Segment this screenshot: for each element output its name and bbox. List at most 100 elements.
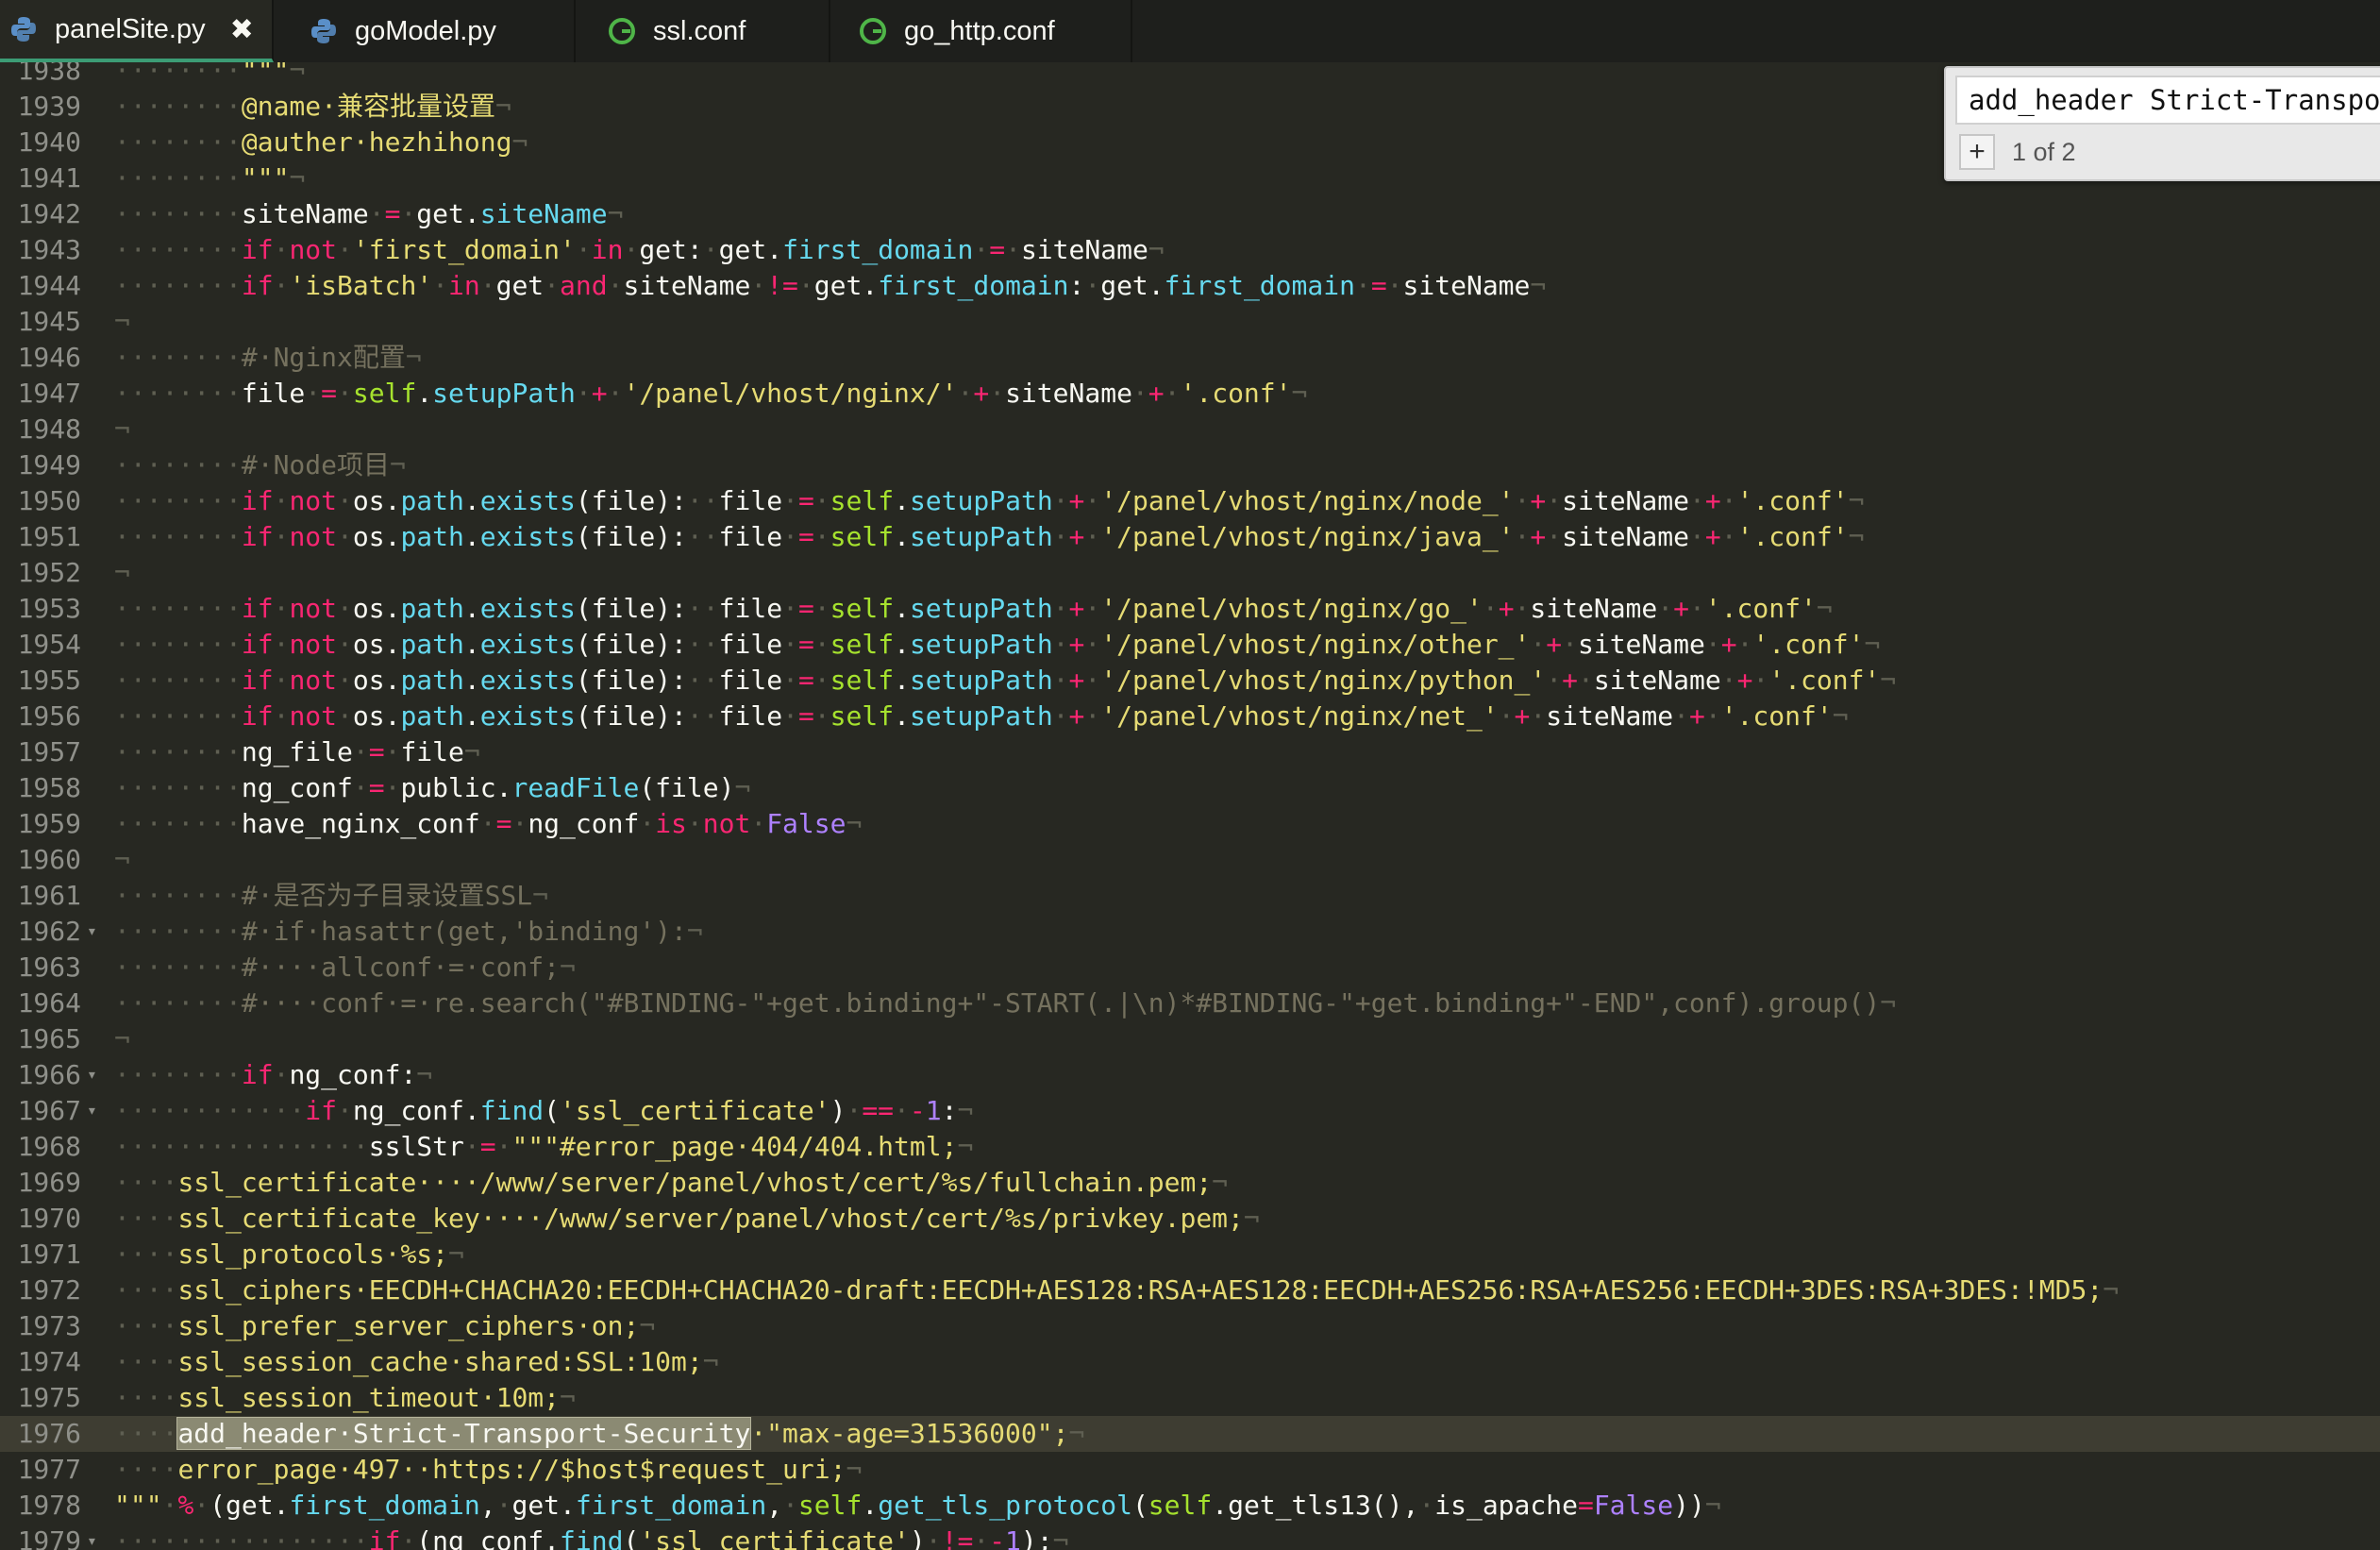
code-token: · xyxy=(813,593,830,624)
code-token: ) xyxy=(830,1095,846,1126)
code-line[interactable]: 1962 ▾ ········#·if·hasattr(get,'binding')… xyxy=(0,914,2380,950)
code-token: · xyxy=(1052,629,1069,660)
tab-go-http-conf[interactable]: go_http.conf xyxy=(830,0,1132,62)
code-line[interactable]: 1946 ········#·Nginx配置¬ xyxy=(0,340,2380,376)
code-token: os. xyxy=(352,485,401,516)
code-line[interactable]: 1978 """·%·(get.first_domain,·get.first_d… xyxy=(0,1488,2380,1524)
code-editor[interactable]: 1938 ········"""¬ 1939 ········@name·兼容批量设置… xyxy=(0,62,2380,1550)
code-token: . xyxy=(894,521,910,552)
code-line[interactable]: 1969 ····ssl_certificate····/www/server/p… xyxy=(0,1165,2380,1201)
code-token: · xyxy=(495,1490,512,1521)
code-token: os. xyxy=(352,521,401,552)
code-token: setupPath xyxy=(909,521,1053,552)
tab-panelsite-py[interactable]: panelSite.py ✖ xyxy=(0,0,274,62)
code-line[interactable]: 1953 ········if·not·os.path.exists(file):… xyxy=(0,591,2380,627)
code-line[interactable]: 1957 ········ng_file·=·file¬ xyxy=(0,734,2380,770)
code-token: · xyxy=(1720,521,1737,552)
code-line[interactable]: 1966 ▾ ········if·ng_conf:¬ xyxy=(0,1057,2380,1093)
code-token: · xyxy=(1688,485,1705,516)
code-line[interactable]: 1944 ········if·'isBatch'·in·get·and·site… xyxy=(0,268,2380,304)
find-input[interactable]: add_header Strict-Transport-Security xyxy=(1955,76,2380,125)
code-token: · xyxy=(1084,629,1101,660)
code-token: ¬ xyxy=(702,1346,719,1377)
code-line[interactable]: 1968 ················sslStr·=·"""#error_p… xyxy=(0,1129,2380,1165)
code-token: · xyxy=(813,700,830,732)
fold-arrow-icon[interactable]: ▾ xyxy=(87,1524,97,1550)
code-token: self xyxy=(830,485,895,516)
code-line[interactable]: 1958 ········ng_conf·=·public.readFile(fi… xyxy=(0,770,2380,806)
code-token: siteName xyxy=(479,198,608,229)
code-line[interactable]: 1965 ¬ xyxy=(0,1021,2380,1057)
code-text: ········@name·兼容批量设置¬ xyxy=(114,89,511,125)
code-token: · xyxy=(273,234,290,265)
code-token: file xyxy=(718,700,783,732)
code-line[interactable]: 1949 ········#·Node项目¬ xyxy=(0,447,2380,483)
code-token: · xyxy=(1386,270,1403,301)
code-token: exists xyxy=(479,700,576,732)
code-line[interactable]: 1947 ········file·=·self.setupPath·+·'/pa… xyxy=(0,376,2380,412)
code-line[interactable]: 1977 ····error_page·497··https://$host$re… xyxy=(0,1452,2380,1488)
code-token: = xyxy=(368,772,385,803)
code-text: ········@auther·hezhihong¬ xyxy=(114,125,528,160)
tab-gomodel-py[interactable]: goModel.py xyxy=(274,0,576,62)
code-token: ········ xyxy=(114,270,242,301)
code-token: False xyxy=(1593,1490,1674,1521)
code-line[interactable]: 1948 ¬ xyxy=(0,412,2380,447)
fold-arrow-icon[interactable]: ▾ xyxy=(87,1093,97,1129)
line-number: 1979 xyxy=(17,1525,81,1550)
code-token: . xyxy=(894,593,910,624)
code-token: (file): xyxy=(575,521,687,552)
code-line[interactable]: 1950 ········if·not·os.path.exists(file):… xyxy=(0,483,2380,519)
code-line[interactable]: 1970 ····ssl_certificate_key····/www/serv… xyxy=(0,1201,2380,1237)
code-line[interactable]: 1971 ····ssl_protocols·%s;¬ xyxy=(0,1237,2380,1272)
code-token: · xyxy=(973,234,990,265)
code-token: ¬ xyxy=(416,1059,433,1090)
code-line[interactable]: 1954 ········if·not·os.path.exists(file):… xyxy=(0,627,2380,663)
tab-ssl-conf[interactable]: ssl.conf xyxy=(576,0,830,62)
code-line[interactable]: 1976 ····add_header·Strict-Transport-Secu… xyxy=(0,1416,2380,1452)
code-text: ········if·not·os.path.exists(file):··fi… xyxy=(114,627,1880,663)
close-icon[interactable]: ✖ xyxy=(230,13,254,46)
code-line[interactable]: 1956 ········if·not·os.path.exists(file):… xyxy=(0,699,2380,734)
code-line[interactable]: 1975 ····ssl_session_timeout·10m;¬ xyxy=(0,1380,2380,1416)
fold-arrow-icon[interactable]: ▾ xyxy=(87,1057,97,1093)
code-line[interactable]: 1951 ········if·not·os.path.exists(file):… xyxy=(0,519,2380,555)
code-token: · xyxy=(305,378,322,409)
code-line[interactable]: 1963 ········#····allconf·=·conf;¬ xyxy=(0,950,2380,986)
code-line[interactable]: 1967 ▾ ············if·ng_conf.find('ssl_ce… xyxy=(0,1093,2380,1129)
code-text: ········"""¬ xyxy=(114,160,305,196)
code-line[interactable]: 1964 ········#····conf·=·re.search("#BIND… xyxy=(0,986,2380,1021)
code-line[interactable]: 1955 ········if·not·os.path.exists(file):… xyxy=(0,663,2380,699)
code-token: siteName xyxy=(1577,629,1705,660)
code-token: · xyxy=(1164,378,1181,409)
conf-file-icon xyxy=(606,15,638,47)
code-line[interactable]: 1973 ····ssl_prefer_server_ciphers·on;¬ xyxy=(0,1308,2380,1344)
code-token: + xyxy=(973,378,990,409)
code-token: siteName xyxy=(1530,593,1658,624)
code-line[interactable]: 1979 ▾ ················if·(ng_conf.find('s… xyxy=(0,1524,2380,1550)
code-token: get_tls_protocol xyxy=(878,1490,1132,1521)
code-line[interactable]: 1972 ····ssl_ciphers·EECDH+CHACHA20:EECDH… xyxy=(0,1272,2380,1308)
code-token: ¬ xyxy=(1880,665,1897,696)
code-token: ¬ xyxy=(511,126,528,158)
code-token: · xyxy=(273,485,290,516)
code-line[interactable]: 1959 ········have_nginx_conf·=·ng_conf·is… xyxy=(0,806,2380,842)
code-token: · xyxy=(1752,665,1769,696)
code-line[interactable]: 1942 ········siteName·=·get.siteName¬ xyxy=(0,196,2380,232)
code-line[interactable]: 1974 ····ssl_session_cache·shared:SSL:10m… xyxy=(0,1344,2380,1380)
code-token: ········ xyxy=(114,880,242,911)
code-token: if xyxy=(305,1095,338,1126)
code-token: get. xyxy=(718,234,783,265)
code-line[interactable]: 1943 ········if·not·'first_domain'·in·get… xyxy=(0,232,2380,268)
code-line[interactable]: 1960 ¬ xyxy=(0,842,2380,878)
code-line[interactable]: 1961 ········#·是否为子目录设置SSL¬ xyxy=(0,878,2380,914)
code-token: self xyxy=(797,1490,863,1521)
find-add-button[interactable]: + xyxy=(1959,134,1995,170)
code-line[interactable]: 1952 ¬ xyxy=(0,555,2380,591)
line-number: 1973 xyxy=(17,1310,81,1341)
fold-arrow-icon[interactable]: ▾ xyxy=(87,914,97,950)
code-line[interactable]: 1945 ¬ xyxy=(0,304,2380,340)
code-token: ¬ xyxy=(114,557,130,588)
line-number: 1959 xyxy=(17,808,81,839)
code-token: · xyxy=(1498,700,1515,732)
